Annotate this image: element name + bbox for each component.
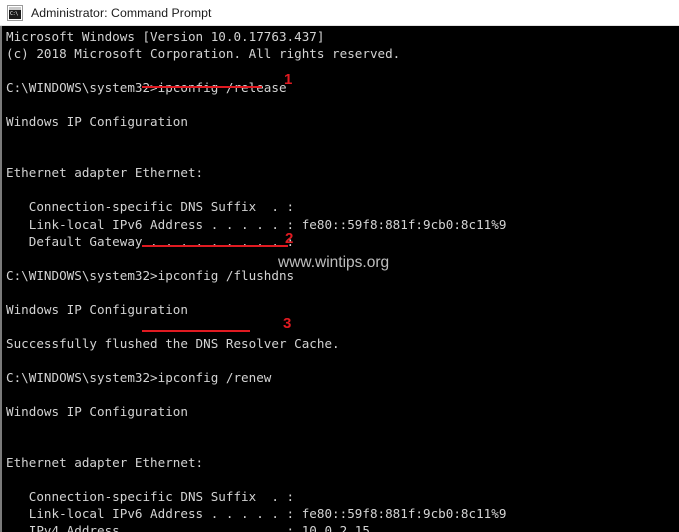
icon-console-glyph: C:\ (9, 9, 21, 19)
annotation-underline-3 (142, 330, 250, 332)
annotation-number-1: 1 (284, 71, 293, 88)
annotation-number-2: 2 (285, 230, 294, 247)
annotation-underline-2 (142, 245, 288, 247)
title-bar[interactable]: C:\ Administrator: Command Prompt (0, 0, 679, 26)
command-prompt-icon[interactable]: C:\ (7, 4, 23, 21)
window-title: Administrator: Command Prompt (31, 5, 212, 20)
command-prompt-window: C:\ Administrator: Command Prompt Micros… (0, 0, 679, 532)
console-text: Microsoft Windows [Version 10.0.17763.43… (6, 29, 507, 532)
console-output-area[interactable]: Microsoft Windows [Version 10.0.17763.43… (0, 26, 679, 532)
annotation-underline-1 (142, 86, 262, 88)
annotation-number-3: 3 (283, 315, 292, 332)
site-watermark: www.wintips.org (278, 254, 390, 271)
